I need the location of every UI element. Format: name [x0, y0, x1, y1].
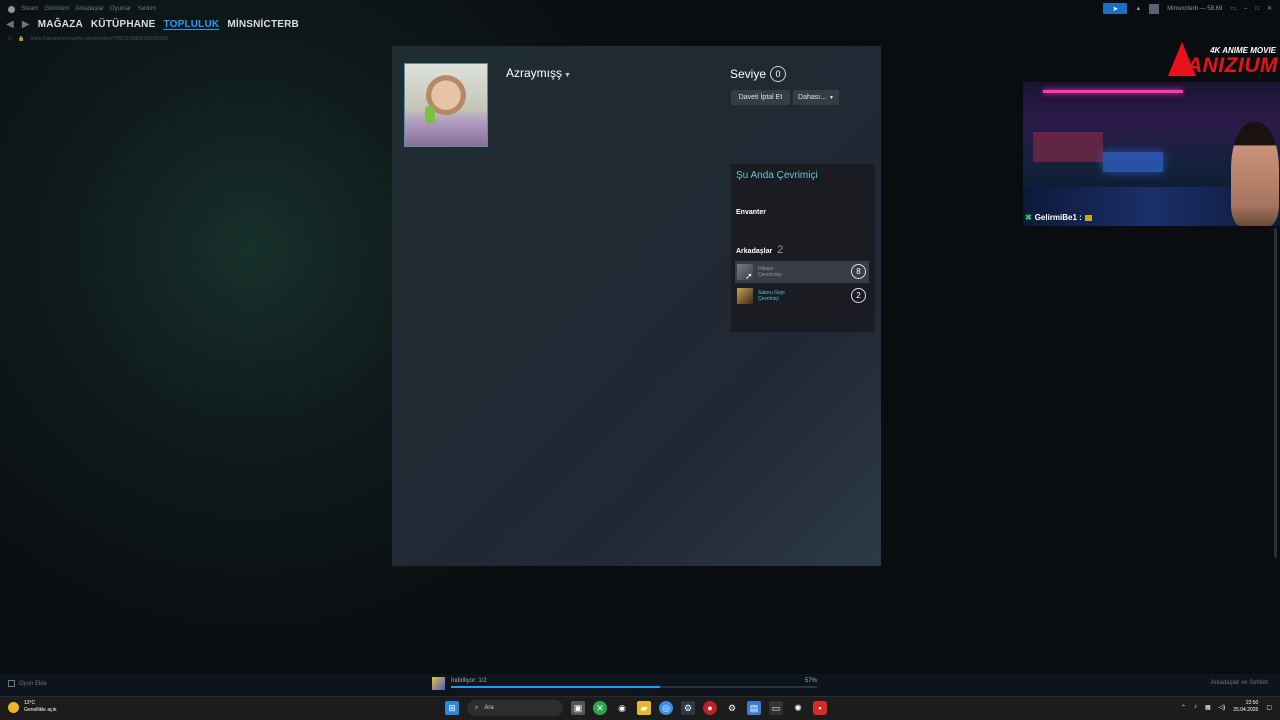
download-game-icon[interactable] [432, 677, 445, 690]
url-text[interactable]: https://steamcommunity.com/profiles/7656… [30, 36, 167, 42]
clock-date: 25.04.2026 [1233, 707, 1259, 713]
scrollbar[interactable] [1274, 228, 1277, 558]
terminal-icon[interactable]: ▭ [769, 701, 783, 715]
caret-down-icon: ▼ [564, 72, 571, 79]
friend-avatar [737, 288, 753, 304]
chat-x-icon: ✖ [1025, 213, 1032, 222]
chat-user: GelirmiBe1 : [1034, 213, 1082, 222]
more-button-label: Dahası... [798, 94, 827, 101]
steam-logo-icon [8, 5, 15, 13]
volume-icon[interactable]: ◁) [1219, 704, 1226, 711]
bell-icon[interactable]: ▲ [1135, 6, 1141, 12]
friends-chat-button[interactable]: Arkadaşlar ve Sohbet [1211, 680, 1268, 686]
friends-header[interactable]: Arkadaşlar 2 [736, 244, 783, 256]
clock[interactable]: 22:50 25.04.2026 [1233, 700, 1258, 714]
level-badge: 0 [770, 66, 787, 82]
clock-time: 22:50 [1245, 700, 1259, 706]
plus-icon [8, 680, 15, 687]
back-arrow-icon[interactable]: ◀ [6, 19, 14, 30]
profile-avatar [404, 63, 488, 147]
main-nav: ◀ ▶ MAĞAZA KÜTÜPHANE TOPLULUK MİNSNİCTER… [0, 16, 299, 32]
logo-main: ANIZIUM [1187, 54, 1278, 77]
menu-view[interactable]: Görünüm [44, 6, 69, 12]
weather-widget[interactable]: 13°C Genellikle açık [8, 700, 57, 714]
network-icon[interactable]: ▦ [1205, 704, 1211, 711]
profile-name-dropdown[interactable]: Azraymışş ▼ [506, 66, 571, 80]
cursor-pointer-icon: ➚ [745, 271, 753, 281]
friend-level-badge: 2 [851, 288, 866, 303]
level-label: Seviye [730, 67, 767, 81]
nav-library[interactable]: KÜTÜPHANE [91, 19, 156, 30]
download-status[interactable]: İndiriliyor: 1/2 [451, 678, 487, 684]
menu-steam[interactable]: Steam [21, 6, 38, 12]
inventory-link[interactable]: Envanter [736, 209, 766, 216]
maximize-icon[interactable]: □ [1255, 6, 1259, 12]
notification-icon[interactable]: ▢ [1266, 704, 1272, 711]
steam-bottom-bar [0, 674, 1280, 696]
taskbar-search-label: Ara [484, 705, 494, 711]
menu-friends[interactable]: Arkadaşlar [75, 6, 104, 12]
download-percent: 57% [805, 678, 818, 684]
webcam-overlay [1023, 82, 1280, 226]
top-right-controls: ➤ ▲ Minsnicterb — 58,69 ▭ – □ ✕ [1103, 3, 1272, 14]
microphone-icon[interactable]: ♪ [1194, 704, 1197, 710]
menu-games[interactable]: Oyunlar [110, 6, 131, 12]
anizium-logo: 4K ANIME MOVIE ANIZIUM [1162, 42, 1280, 82]
chrome-icon[interactable]: ◎ [659, 701, 673, 715]
chat-message: ✖ GelirmiBe1 : [1025, 213, 1092, 222]
profile-level: Seviye 0 [730, 66, 787, 82]
taskbar-apps: ⊞ ⌕ Ara ▣ ✕ ◉ ▰ ◎ ⚙ ● ⚙ ▤ ▭ ✺ ▪ [445, 700, 827, 716]
close-icon[interactable]: ✕ [1267, 5, 1272, 12]
emote-icon [1084, 214, 1092, 221]
forward-arrow-icon[interactable]: ▶ [22, 19, 30, 30]
obs-icon[interactable]: ◉ [615, 701, 629, 715]
friends-count: 2 [777, 244, 784, 256]
lock-icon: 🔒 [18, 36, 25, 42]
friends-label: Arkadaşlar [736, 248, 773, 255]
task-view-icon[interactable]: ▣ [571, 701, 585, 715]
recording-app-icon[interactable]: ● [703, 701, 717, 715]
account-name[interactable]: Minsnicterb — 58,69 [1167, 6, 1222, 12]
online-status: Şu Anda Çevrimiçi [736, 170, 818, 181]
photos-icon[interactable]: ▤ [747, 701, 761, 715]
friend-status: Çevrimiçi [758, 296, 779, 302]
taskbar-search[interactable]: ⌕ Ara [467, 700, 563, 716]
friend-level-badge: 8 [851, 264, 866, 279]
steam-taskbar-icon[interactable]: ⚙ [681, 701, 695, 715]
nav-community[interactable]: TOPLULUK [163, 19, 219, 30]
friend-row[interactable]: Hikaye Çevrimdışı 8 ➚ [735, 261, 869, 283]
minimize-icon[interactable]: – [1244, 6, 1247, 12]
megaphone-icon: ➤ [1112, 5, 1119, 13]
caret-down-icon: ▼ [829, 94, 834, 101]
tray-chevron-up-icon[interactable]: ⌃ [1181, 704, 1186, 711]
windows-start-icon[interactable]: ⊞ [445, 701, 459, 715]
friend-row[interactable]: Satoru Gojo Çevrimiçi 2 [735, 285, 869, 307]
steam-window: Steam Görünüm Arkadaşlar Oyunlar Yardım … [0, 0, 1280, 720]
cancel-invite-button[interactable]: Daveti İptal Et [731, 90, 790, 105]
search-icon: ⌕ [475, 704, 479, 711]
account-avatar[interactable] [1149, 3, 1160, 14]
system-tray: ⌃ ♪ ▦ ◁) 22:50 25.04.2026 ▢ [1181, 700, 1272, 714]
chatgpt-icon[interactable]: ✺ [791, 701, 805, 715]
add-game-button[interactable]: Oyun Ekle [8, 680, 47, 687]
nav-store[interactable]: MAĞAZA [38, 19, 83, 30]
file-explorer-icon[interactable]: ▰ [637, 701, 651, 715]
menu-help[interactable]: Yardım [137, 6, 156, 12]
weather-desc: Genellikle açık [24, 707, 57, 713]
add-game-label: Oyun Ekle [19, 680, 47, 687]
broadcast-button[interactable]: ➤ [1103, 3, 1128, 14]
more-button[interactable]: Dahası... ▼ [793, 90, 839, 105]
settings-gear-icon[interactable]: ⚙ [725, 701, 739, 715]
monitor-icon[interactable]: ▭ [1230, 5, 1236, 12]
weather-sun-icon [8, 701, 19, 713]
refresh-icon[interactable]: ↻ [8, 36, 12, 42]
profile-name: Azraymışş [506, 66, 563, 80]
weather-temp: 13°C [24, 700, 36, 706]
xbox-icon[interactable]: ✕ [593, 701, 607, 715]
friend-status: Çevrimdışı [758, 272, 782, 278]
red-app-icon[interactable]: ▪ [813, 701, 827, 715]
nav-profile[interactable]: MİNSNİCTERB [227, 19, 299, 30]
url-bar: ↻ 🔒 https://steamcommunity.com/profiles/… [8, 34, 168, 44]
download-progress-fill [451, 686, 660, 688]
